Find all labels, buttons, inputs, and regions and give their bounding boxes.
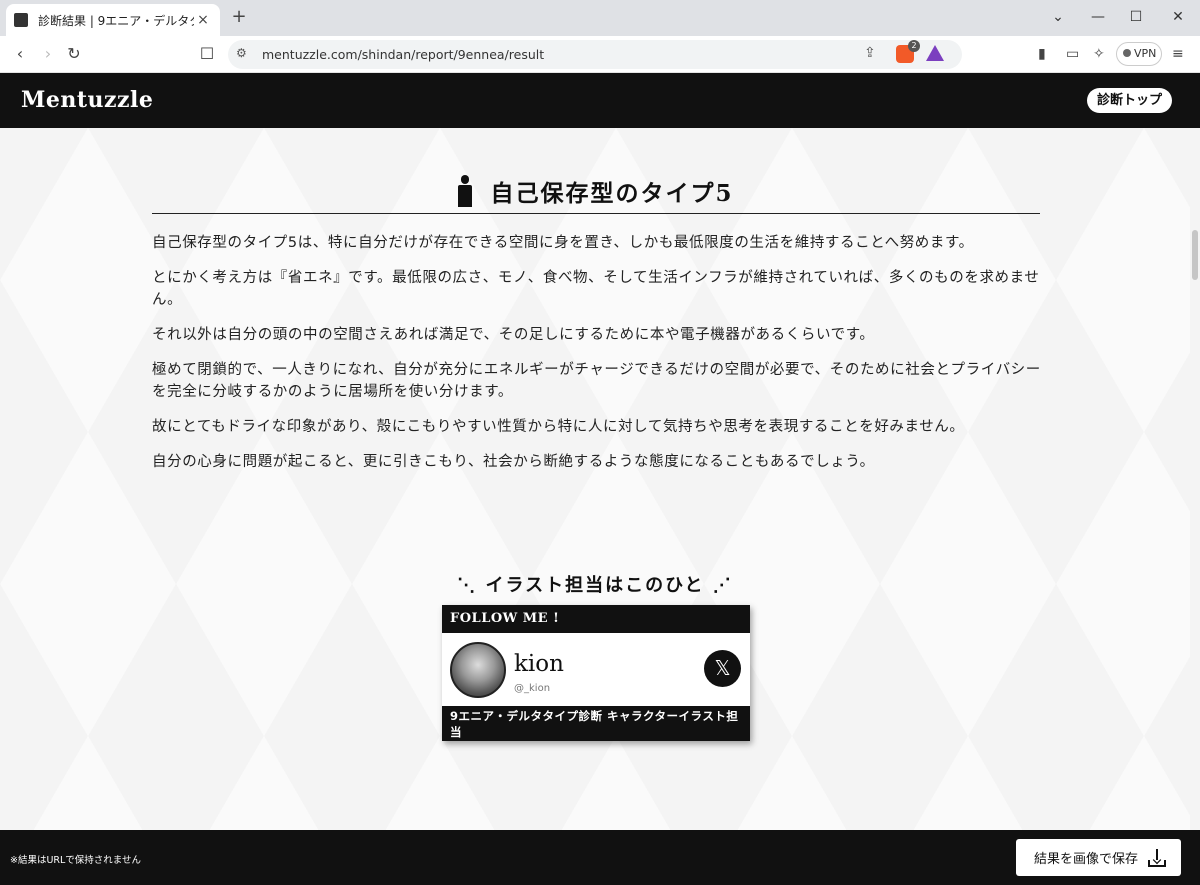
browser-toolbar: ‹ › ↻ ☐ ⚙ mentuzzle.com/shindan/report/9… [0, 36, 1200, 73]
illustrator-section-title: ⋱ イラスト担当はこのひと ⋰ [457, 575, 733, 596]
bookmark-icon[interactable]: ☐ [195, 42, 219, 66]
bottom-bar: ※結果はURLで保持されません 結果を画像で保存 [0, 830, 1200, 885]
share-icon[interactable]: ⇪ [864, 45, 876, 61]
site-favicon-icon [14, 13, 28, 27]
tab-close-icon[interactable]: × [194, 12, 212, 28]
site-header: Mentuzzle 診断トップ [0, 73, 1200, 128]
brave-rewards-icon[interactable] [926, 45, 944, 61]
minimize-button[interactable]: — [1080, 6, 1116, 28]
save-as-image-button[interactable]: 結果を画像で保存 [1016, 839, 1181, 876]
result-page: 自己保存型のタイプ5 自己保存型のタイプ5は、特に自分だけが存在できる空間に身を… [0, 128, 1190, 830]
browser-tab[interactable]: 診断結果 | 9エニア・デルタタイプ診 × [6, 4, 220, 36]
follow-me-header: FOLLOW ME ! [442, 605, 750, 633]
tab-search-icon[interactable]: ⌄ [1040, 6, 1076, 28]
download-icon [1148, 848, 1167, 867]
wallet-icon[interactable]: ▭ [1066, 46, 1079, 62]
new-tab-button[interactable]: + [228, 6, 250, 28]
result-description: 自己保存型のタイプ5は、特に自分だけが存在できる空間に身を置き、しかも最低限度の… [152, 232, 1044, 486]
illustrator-credit: 9エニア・デルタタイプ診断 キャラクターイラスト担当 [442, 706, 750, 741]
url-note: ※結果はURLで保持されません [10, 855, 142, 866]
illustrator-card[interactable]: FOLLOW ME ! kion @_kion 𝕏 9エニア・デルタタイプ診断 … [442, 605, 750, 741]
vpn-button[interactable]: VPN [1116, 42, 1162, 66]
site-logo[interactable]: Mentuzzle [21, 87, 153, 113]
browser-tab-bar: 診断結果 | 9エニア・デルタタイプ診 × + ⌄ — ☐ ✕ [0, 0, 1200, 36]
maximize-button[interactable]: ☐ [1118, 6, 1154, 28]
save-button-label: 結果を画像で保存 [1034, 852, 1139, 867]
paragraph: 故にとてもドライな印象があり、殻にこもりやすい性質から特に人に対して気持ちや思考… [152, 419, 965, 435]
back-button[interactable]: ‹ [8, 42, 32, 66]
illustrator-name[interactable]: kion [514, 651, 564, 677]
result-heading-text: 自己保存型のタイプ5 [490, 179, 734, 207]
url-text[interactable]: mentuzzle.com/shindan/report/9ennea/resu… [262, 47, 544, 62]
paragraph: 極めて閉鎖的で、一人きりになれ、自分が充分にエネルギーがチャージできるだけの空間… [152, 362, 1041, 400]
address-bar[interactable]: ⚙ mentuzzle.com/shindan/report/9ennea/re… [228, 40, 962, 69]
forward-button[interactable]: › [36, 42, 60, 66]
vpn-label: VPN [1134, 47, 1157, 60]
vpn-status-icon [1123, 49, 1131, 57]
x-logo-icon[interactable]: 𝕏 [704, 650, 741, 687]
reload-button[interactable]: ↻ [62, 42, 86, 66]
menu-icon[interactable]: ≡ [1172, 46, 1184, 62]
avatar[interactable] [450, 642, 506, 698]
scrollbar-thumb[interactable] [1192, 230, 1198, 280]
site-settings-icon[interactable]: ⚙ [236, 46, 247, 60]
illustrator-handle[interactable]: @_kion [514, 683, 550, 694]
shields-count-badge: 2 [908, 40, 920, 52]
tab-title: 診断結果 | 9エニア・デルタタイプ診 [38, 13, 194, 28]
result-heading: 自己保存型のタイプ5 [152, 168, 1040, 214]
paragraph: それ以外は自分の頭の中の空間さえあれば満足で、その足しにするために本や電子機器が… [152, 327, 875, 343]
person-icon [458, 174, 473, 207]
diagnosis-top-button[interactable]: 診断トップ [1086, 88, 1172, 113]
paragraph: 自分の心身に問題が起こると、更に引きこもり、社会から断絶するような態度になること… [152, 454, 875, 470]
leo-ai-icon[interactable]: ✧ [1093, 46, 1105, 62]
brave-shields-icon[interactable]: 2 [896, 40, 920, 63]
close-window-button[interactable]: ✕ [1160, 6, 1196, 28]
paragraph: 自己保存型のタイプ5は、特に自分だけが存在できる空間に身を置き、しかも最低限度の… [152, 235, 974, 251]
sidebar-icon[interactable]: ▮ [1038, 46, 1046, 62]
paragraph: とにかく考え方は『省エネ』です。最低限の広さ、モノ、食べ物、そして生活インフラが… [152, 270, 1040, 308]
